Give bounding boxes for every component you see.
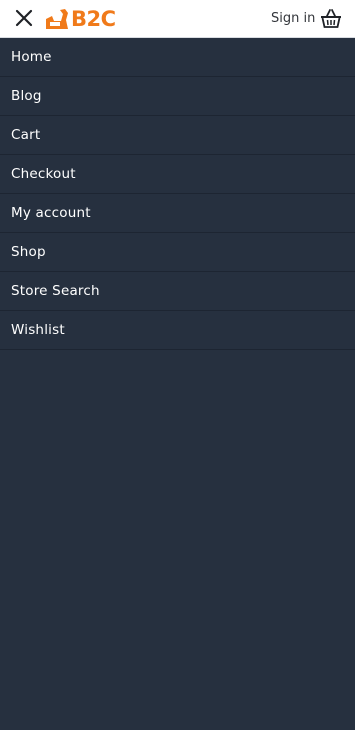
menu-item-blog[interactable]: Blog <box>0 77 355 116</box>
sign-in-link[interactable]: Sign in <box>271 10 315 28</box>
menu-item-shop[interactable]: Shop <box>0 233 355 272</box>
menu-item-label: Shop <box>11 244 46 260</box>
menu-item-label: Store Search <box>11 283 100 299</box>
close-icon[interactable] <box>14 8 34 28</box>
top-bar: B2C Sign in <box>0 0 355 38</box>
brand-name: B2C <box>71 7 116 31</box>
side-menu: Home Blog Cart Checkout My account Shop … <box>0 38 355 350</box>
menu-item-label: My account <box>11 205 91 221</box>
menu-item-label: Home <box>11 49 52 65</box>
menu-item-store-search[interactable]: Store Search <box>0 272 355 311</box>
menu-item-label: Checkout <box>11 166 76 182</box>
menu-item-cart[interactable]: Cart <box>0 116 355 155</box>
site-logo[interactable]: B2C <box>44 6 116 32</box>
menu-item-label: Wishlist <box>11 322 65 338</box>
menu-item-label: Blog <box>11 88 42 104</box>
menu-item-wishlist[interactable]: Wishlist <box>0 311 355 350</box>
logo-icon <box>46 9 68 29</box>
menu-item-my-account[interactable]: My account <box>0 194 355 233</box>
menu-item-label: Cart <box>11 127 41 143</box>
basket-icon[interactable] <box>320 8 342 28</box>
menu-item-checkout[interactable]: Checkout <box>0 155 355 194</box>
menu-item-home[interactable]: Home <box>0 38 355 77</box>
